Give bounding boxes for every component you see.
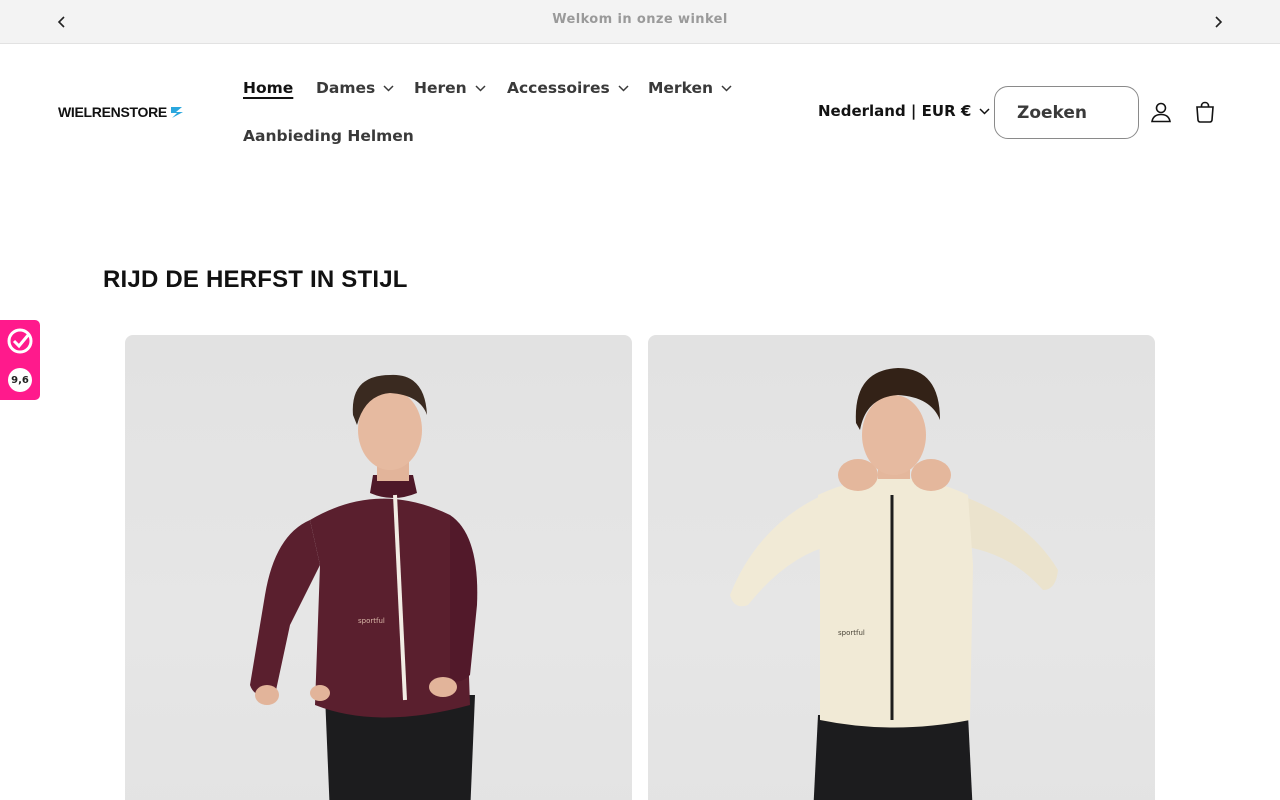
- review-score: 9,6: [8, 368, 32, 392]
- product-card[interactable]: sportful: [125, 335, 632, 800]
- nav-label: Accessoires: [507, 79, 610, 97]
- nav-label: Home: [243, 79, 294, 97]
- review-logo-icon: [7, 328, 33, 354]
- search-box[interactable]: [994, 86, 1139, 139]
- account-button[interactable]: [1147, 98, 1175, 126]
- country-currency-selector[interactable]: Nederland | EUR €: [818, 102, 990, 120]
- product-card[interactable]: sportful: [648, 335, 1155, 800]
- brand-print: sportful: [358, 617, 385, 625]
- chevron-down-icon: [721, 84, 732, 92]
- nav-label: Aanbieding Helmen: [243, 127, 414, 145]
- nav-item-home[interactable]: Home: [243, 79, 293, 97]
- nav-item-accessoires[interactable]: Accessoires: [507, 79, 629, 97]
- cart-icon: [1196, 101, 1214, 123]
- chevron-down-icon: [383, 84, 394, 92]
- search-input[interactable]: [1017, 99, 1127, 127]
- logo-bolt-icon: [170, 107, 183, 118]
- chevron-right-icon: [1215, 16, 1223, 28]
- announcement-text: Welkom in onze winkel: [552, 12, 728, 27]
- logo-text: WIELRENSTORE: [58, 104, 167, 120]
- store-logo[interactable]: WIELRENSTORE: [58, 104, 184, 120]
- nav-item-aanbieding-helmen[interactable]: Aanbieding Helmen: [243, 127, 414, 145]
- nav-item-merken[interactable]: Merken: [648, 79, 732, 97]
- product-image: sportful: [250, 374, 478, 800]
- brand-print: sportful: [838, 629, 865, 637]
- chevron-down-icon: [475, 84, 486, 92]
- cart-button[interactable]: [1191, 98, 1219, 126]
- nav-label: Heren: [414, 79, 467, 97]
- announcement-bar: Welkom in onze winkel: [0, 0, 1280, 44]
- product-image: sportful: [730, 368, 1058, 800]
- nav-item-dames[interactable]: Dames: [316, 79, 394, 97]
- review-badge[interactable]: 9,6: [0, 320, 40, 400]
- nav-item-heren[interactable]: Heren: [414, 79, 486, 97]
- chevron-down-icon: [979, 107, 990, 115]
- section-title: RIJD DE HERFST IN STIJL: [103, 266, 408, 293]
- country-currency-label: Nederland | EUR €: [818, 102, 972, 120]
- account-icon: [1151, 102, 1171, 123]
- nav-label: Dames: [316, 79, 376, 97]
- next-announcement-button[interactable]: [1206, 10, 1230, 34]
- chevron-down-icon: [618, 84, 629, 92]
- nav-label: Merken: [648, 79, 714, 97]
